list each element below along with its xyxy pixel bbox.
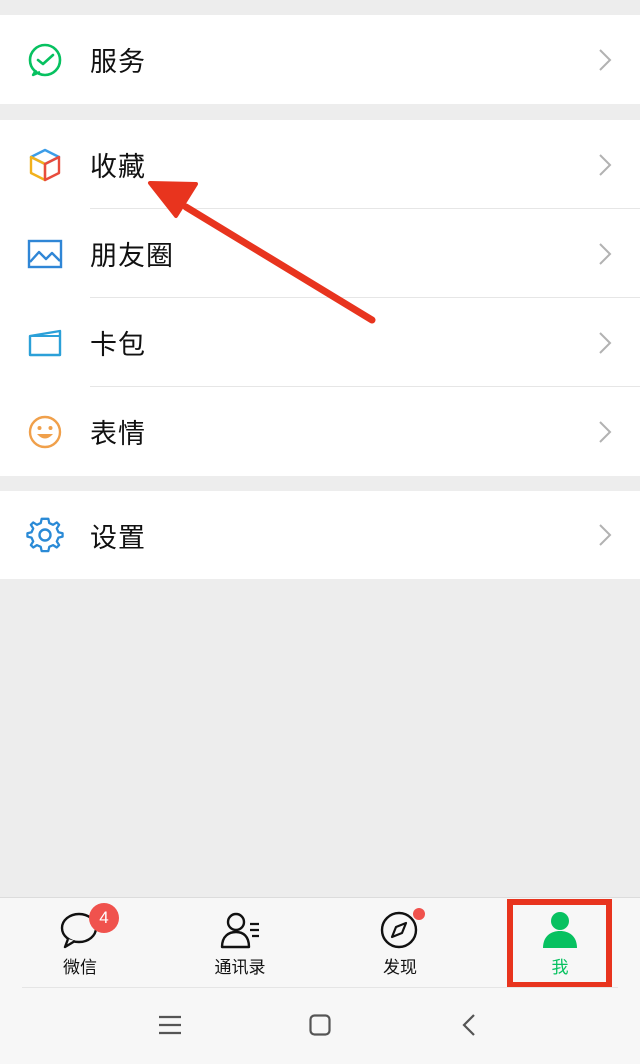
contacts-icon bbox=[219, 910, 261, 950]
tab-label-contacts: 通讯录 bbox=[214, 958, 266, 978]
chevron-right-icon bbox=[599, 420, 612, 443]
chat-bubble-icon: 4 bbox=[59, 903, 119, 950]
chevron-right-icon bbox=[599, 242, 612, 265]
divider bbox=[22, 987, 618, 988]
menu-label-services: 服务 bbox=[90, 47, 146, 78]
menu-label-stickers: 表情 bbox=[90, 419, 146, 450]
services-group: 服务 bbox=[0, 15, 640, 104]
system-nav-bar bbox=[0, 987, 640, 1064]
smiley-icon bbox=[26, 413, 64, 451]
chevron-right-icon bbox=[599, 331, 612, 354]
card-wallet-icon bbox=[26, 324, 64, 362]
features-group: 收藏 朋友圈 卡包 表情 bbox=[0, 120, 640, 476]
menu-row-services[interactable]: 服务 bbox=[0, 15, 640, 104]
tab-discover[interactable]: 发现 bbox=[320, 898, 480, 988]
menu-label-cards: 卡包 bbox=[90, 330, 146, 361]
menu-label-settings: 设置 bbox=[90, 522, 146, 554]
compass-icon bbox=[379, 908, 425, 950]
services-icon bbox=[26, 41, 64, 79]
chevron-right-icon bbox=[599, 48, 612, 71]
gear-icon bbox=[26, 516, 64, 554]
menu-label-moments: 朋友圈 bbox=[90, 241, 174, 272]
settings-group: 设置 bbox=[0, 491, 640, 579]
menu-icon[interactable] bbox=[158, 1015, 182, 1035]
annotation-highlight-box bbox=[507, 899, 612, 988]
home-icon[interactable] bbox=[309, 1014, 331, 1036]
menu-row-moments[interactable]: 朋友圈 bbox=[0, 209, 640, 298]
moments-picture-icon bbox=[26, 235, 64, 273]
chevron-right-icon bbox=[599, 524, 612, 546]
menu-row-settings[interactable]: 设置 bbox=[0, 491, 640, 579]
menu-row-favorites[interactable]: 收藏 bbox=[0, 120, 640, 209]
menu-label-favorites: 收藏 bbox=[90, 152, 146, 183]
menu-row-cards[interactable]: 卡包 bbox=[0, 298, 640, 387]
favorites-cube-icon bbox=[26, 146, 64, 184]
tab-contacts[interactable]: 通讯录 bbox=[160, 898, 320, 988]
menu-row-stickers[interactable]: 表情 bbox=[0, 387, 640, 476]
unread-badge: 4 bbox=[89, 903, 119, 933]
back-icon[interactable] bbox=[462, 1013, 476, 1037]
tab-label-discover: 发现 bbox=[383, 958, 417, 978]
chevron-right-icon bbox=[599, 153, 612, 176]
new-indicator-dot bbox=[413, 908, 425, 920]
tab-chats[interactable]: 4 微信 bbox=[0, 898, 160, 988]
tab-label-chats: 微信 bbox=[63, 958, 97, 978]
